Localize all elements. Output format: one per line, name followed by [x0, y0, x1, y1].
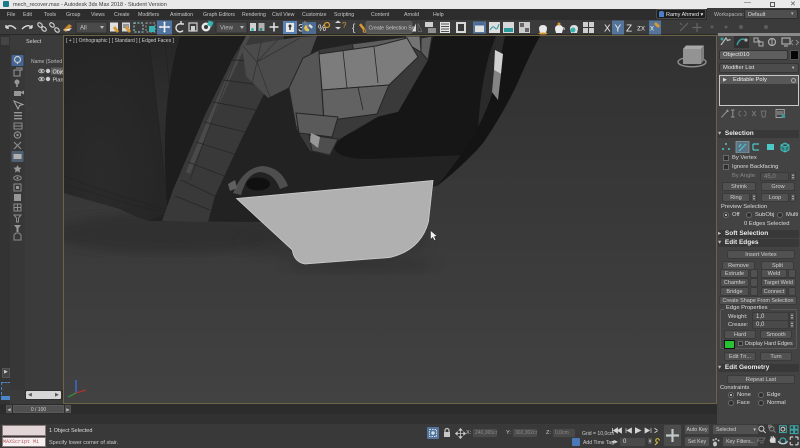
- svg-text:Create Selection Se: Create Selection Se: [369, 25, 415, 31]
- svg-text:Y: Y: [615, 24, 622, 35]
- svg-text:x: x: [650, 24, 654, 33]
- svg-text:X: X: [604, 24, 611, 35]
- svg-text:Obje: Obje: [53, 70, 64, 76]
- svg-text:zx: zx: [637, 24, 645, 33]
- svg-text:Plan: Plan: [53, 78, 64, 84]
- svg-text:?: ?: [342, 21, 347, 30]
- svg-text:All: All: [80, 26, 87, 32]
- svg-text:{: {: [352, 23, 356, 34]
- svg-text:View: View: [220, 26, 234, 32]
- svg-text:Z: Z: [626, 24, 632, 35]
